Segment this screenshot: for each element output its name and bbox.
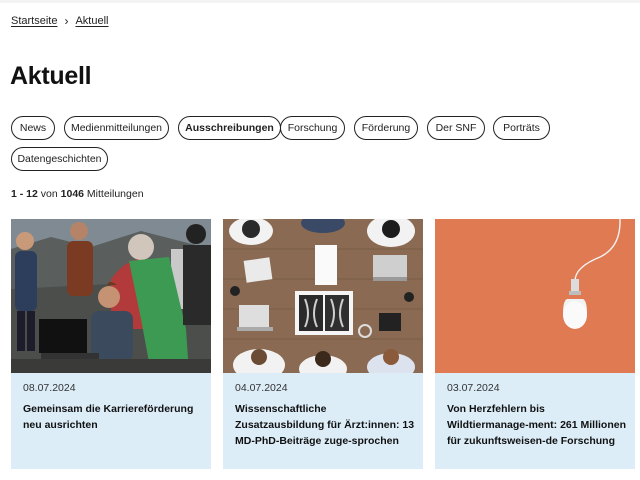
lightbulb-orange-photo [435,219,635,373]
breadcrumb-home-link[interactable]: Startseite [11,15,57,27]
news-card[interactable]: 08.07.2024 Gemeinsam die Karriereförderu… [11,219,211,469]
page-title: Aktuell [10,62,92,90]
breadcrumb: Startseite › Aktuell [11,14,109,28]
card-date: 03.07.2024 [447,382,500,394]
filter-forschung[interactable]: Forschung [280,116,345,140]
card-date: 04.07.2024 [235,382,288,394]
result-total: 1046 [60,188,84,200]
news-card[interactable]: 04.07.2024 Wissenschaftliche Zusatzausbi… [223,219,423,469]
result-count: 1 - 12 von 1046 Mitteilungen [11,188,144,200]
card-date: 08.07.2024 [23,382,76,394]
filter-portraets[interactable]: Porträts [493,116,550,140]
filter-datengeschichten[interactable]: Datengeschichten [11,147,108,171]
result-range: 1 - 12 [11,188,38,200]
top-border [0,0,640,3]
breadcrumb-current-link[interactable]: Aktuell [75,15,108,27]
filter-ausschreibungen[interactable]: Ausschreibungen [178,116,281,140]
group-outdoor-laptop-photo [11,219,211,373]
result-von: von [40,188,58,200]
news-card[interactable]: 03.07.2024 Von Herzfehlern bis Wildtierm… [435,219,635,469]
doctors-xray-table-photo [223,219,423,373]
card-title[interactable]: Wissenschaftliche Zusatzausbildung für Ä… [235,401,417,449]
chevron-right-icon: › [64,14,69,28]
filter-der-snf[interactable]: Der SNF [427,116,485,140]
filter-medienmitteilungen[interactable]: Medienmitteilungen [64,116,169,140]
filter-news[interactable]: News [11,116,55,140]
result-unit: Mitteilungen [86,188,144,200]
card-title[interactable]: Gemeinsam die Karriereförderung neu ausr… [23,401,205,433]
filter-foerderung[interactable]: Förderung [354,116,418,140]
card-title[interactable]: Von Herzfehlern bis Wildtiermanage-ment:… [447,401,629,449]
